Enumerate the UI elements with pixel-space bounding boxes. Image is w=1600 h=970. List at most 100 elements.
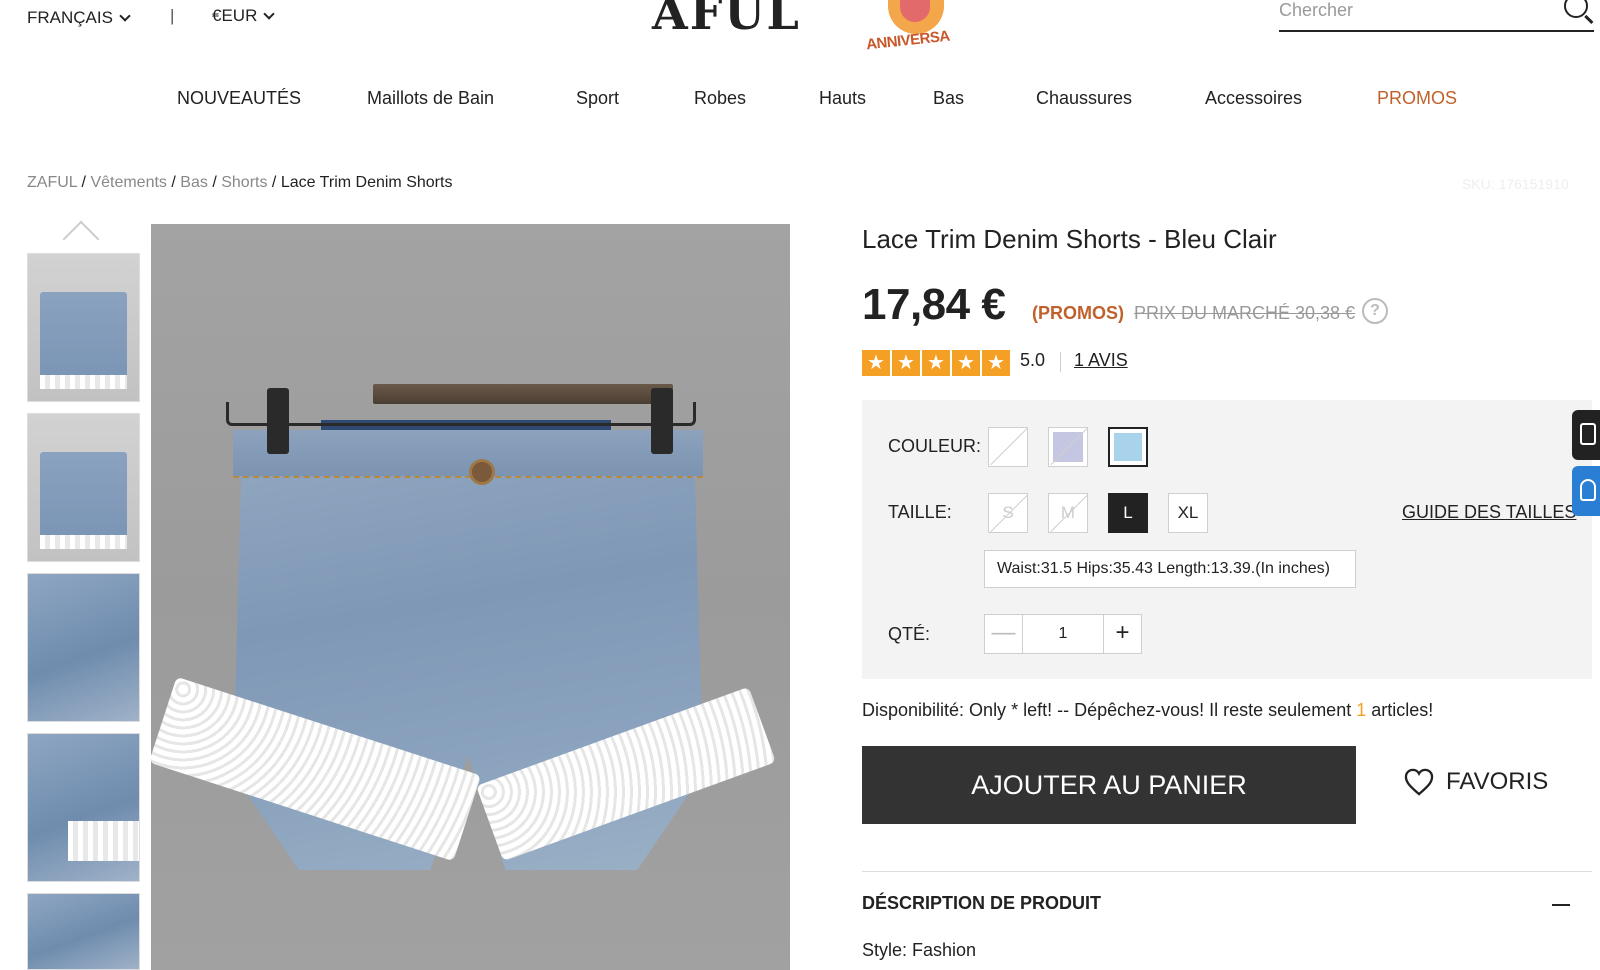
nav-item-chaussures[interactable]: Chaussures bbox=[1036, 88, 1132, 109]
anniversary-badge[interactable]: ANNIVERSA bbox=[865, 0, 966, 62]
size-option-xl[interactable]: XL bbox=[1168, 493, 1208, 533]
breadcrumb-separator: / bbox=[171, 174, 176, 191]
header-separator: | bbox=[170, 6, 175, 25]
availability-text: Disponibilité: Only * left! -- Dépêchez-… bbox=[862, 700, 1433, 721]
search-input[interactable] bbox=[1279, 0, 1539, 21]
market-price: PRIX DU MARCHÉ 30,38 € bbox=[1134, 303, 1356, 323]
main-product-image[interactable] bbox=[151, 224, 790, 970]
breadcrumb-separator: / bbox=[271, 174, 277, 191]
mobile-app-icon bbox=[1580, 423, 1596, 445]
description-title[interactable]: DÉSCRIPTION DE PRODUIT bbox=[862, 893, 1101, 914]
nav-item-promos[interactable]: PROMOS bbox=[1377, 88, 1457, 109]
add-to-cart-button[interactable]: AJOUTER AU PANIER bbox=[862, 746, 1356, 824]
collapse-minus-icon[interactable] bbox=[1552, 904, 1570, 906]
size-label: TAILLE: bbox=[888, 502, 952, 522]
quantity-label: QTÉ: bbox=[888, 624, 931, 644]
thumbnail-lace bbox=[40, 535, 127, 549]
breadcrumb-separator: / bbox=[212, 174, 217, 191]
product-thumbnail[interactable] bbox=[27, 253, 140, 402]
thumbnail-lace bbox=[40, 375, 127, 389]
image-hanger-clip bbox=[267, 388, 289, 454]
main-nav: NOUVEAUTÉS Maillots de Bain Sport Robes … bbox=[0, 88, 1600, 114]
breadcrumb-vetements[interactable]: Vêtements bbox=[90, 174, 166, 191]
image-hanger-clip bbox=[651, 388, 673, 454]
availability-suffix: articles! bbox=[1371, 700, 1434, 720]
favorites-button[interactable]: FAVORIS bbox=[1404, 768, 1548, 796]
swatch-fill bbox=[993, 432, 1023, 462]
color-swatch-white[interactable] bbox=[988, 427, 1028, 467]
swatch-fill bbox=[1114, 433, 1142, 461]
product-thumbnail[interactable] bbox=[27, 893, 140, 970]
product-sku: SKU: 176151910 bbox=[1462, 176, 1569, 192]
quantity-stepper: — 1 + bbox=[984, 614, 1142, 654]
site-logo[interactable]: AFUL bbox=[652, 0, 801, 40]
nav-item-robes[interactable]: Robes bbox=[694, 88, 746, 109]
star-icon: ★ bbox=[982, 350, 1010, 376]
breadcrumb-current: Lace Trim Denim Shorts bbox=[280, 174, 453, 191]
help-icon[interactable]: ? bbox=[1362, 298, 1388, 324]
promo-label: (PROMOS) bbox=[1032, 303, 1124, 323]
top-bar: FRANÇAIS | €EUR AFUL ANNIVERSA bbox=[0, 0, 1600, 60]
rating-stars: ★ ★ ★ ★ ★ bbox=[862, 350, 1010, 376]
size-guide-link[interactable]: GUIDE DES TAILLES bbox=[1402, 502, 1576, 523]
image-jeans-button bbox=[469, 459, 495, 485]
breadcrumb-shorts[interactable]: Shorts bbox=[221, 174, 267, 191]
size-option-m[interactable]: M bbox=[1048, 493, 1088, 533]
size-measurements: Waist:31.5 Hips:35.43 Length:13.39.(In i… bbox=[984, 550, 1356, 588]
breadcrumb-separator: / bbox=[81, 174, 86, 191]
star-icon: ★ bbox=[952, 350, 980, 376]
color-swatch-light-blue[interactable] bbox=[1108, 427, 1148, 467]
color-swatch-lavender[interactable] bbox=[1048, 427, 1088, 467]
side-dock-support[interactable] bbox=[1572, 466, 1600, 516]
nav-item-bas[interactable]: Bas bbox=[933, 88, 964, 109]
image-hanger-bar bbox=[373, 384, 673, 404]
section-divider bbox=[862, 871, 1592, 872]
language-label: FRANÇAIS bbox=[27, 8, 113, 27]
nav-item-nouveautes[interactable]: NOUVEAUTÉS bbox=[177, 88, 301, 109]
currency-label: €EUR bbox=[212, 6, 258, 25]
search-icon[interactable] bbox=[1564, 0, 1588, 18]
favorites-label: FAVORIS bbox=[1446, 768, 1549, 795]
star-icon: ★ bbox=[892, 350, 920, 376]
availability-count: 1 bbox=[1356, 700, 1367, 720]
chevron-down-icon bbox=[263, 8, 276, 20]
nav-item-accessoires[interactable]: Accessoires bbox=[1205, 88, 1302, 109]
chevron-down-icon bbox=[119, 10, 131, 22]
nav-item-maillots[interactable]: Maillots de Bain bbox=[367, 88, 494, 109]
rating-value: 5.0 bbox=[1020, 350, 1046, 370]
product-thumbnail[interactable] bbox=[27, 573, 140, 722]
currency-selector[interactable]: €EUR bbox=[212, 6, 276, 26]
heart-icon bbox=[1404, 768, 1434, 796]
nav-item-sport[interactable]: Sport bbox=[576, 88, 619, 109]
breadcrumb: ZAFUL / Vêtements / Bas / Shorts / Lace … bbox=[27, 174, 452, 192]
search-box bbox=[1279, 0, 1594, 32]
size-option-s[interactable]: S bbox=[988, 493, 1028, 533]
product-options-panel: COULEUR: TAILLE: S M L XL GUIDE DES TAIL… bbox=[862, 400, 1592, 679]
quantity-increase-button[interactable]: + bbox=[1103, 615, 1141, 653]
product-thumbnail[interactable] bbox=[27, 413, 140, 562]
side-dock-app[interactable] bbox=[1572, 410, 1600, 460]
color-label: COULEUR: bbox=[888, 436, 982, 456]
star-icon: ★ bbox=[922, 350, 950, 376]
rating-divider bbox=[1060, 352, 1061, 372]
language-selector[interactable]: FRANÇAIS bbox=[27, 8, 131, 28]
product-title: Lace Trim Denim Shorts - Bleu Clair bbox=[862, 224, 1277, 254]
quantity-input[interactable]: 1 bbox=[1023, 615, 1103, 653]
swatch-fill bbox=[1053, 432, 1083, 462]
quantity-decrease-button[interactable]: — bbox=[985, 615, 1023, 653]
reviews-link[interactable]: 1 AVIS bbox=[1074, 350, 1128, 371]
star-icon: ★ bbox=[862, 350, 890, 376]
product-style: Style: Fashion bbox=[862, 940, 977, 960]
thumbnail-denim-closeup bbox=[28, 574, 139, 721]
thumbnail-shorts bbox=[40, 292, 127, 384]
thumbnail-scroll-up-icon[interactable] bbox=[62, 220, 100, 258]
nav-item-hauts[interactable]: Hauts bbox=[819, 88, 866, 109]
breadcrumb-home[interactable]: ZAFUL bbox=[27, 174, 77, 191]
size-option-l[interactable]: L bbox=[1108, 493, 1148, 533]
image-waistband bbox=[233, 430, 703, 478]
image-hanger-wire bbox=[226, 402, 696, 426]
product-thumbnail[interactable] bbox=[27, 733, 140, 882]
thumbnail-denim-closeup bbox=[28, 894, 139, 969]
product-price: 17,84 € bbox=[862, 280, 1006, 329]
breadcrumb-bas[interactable]: Bas bbox=[180, 174, 208, 191]
